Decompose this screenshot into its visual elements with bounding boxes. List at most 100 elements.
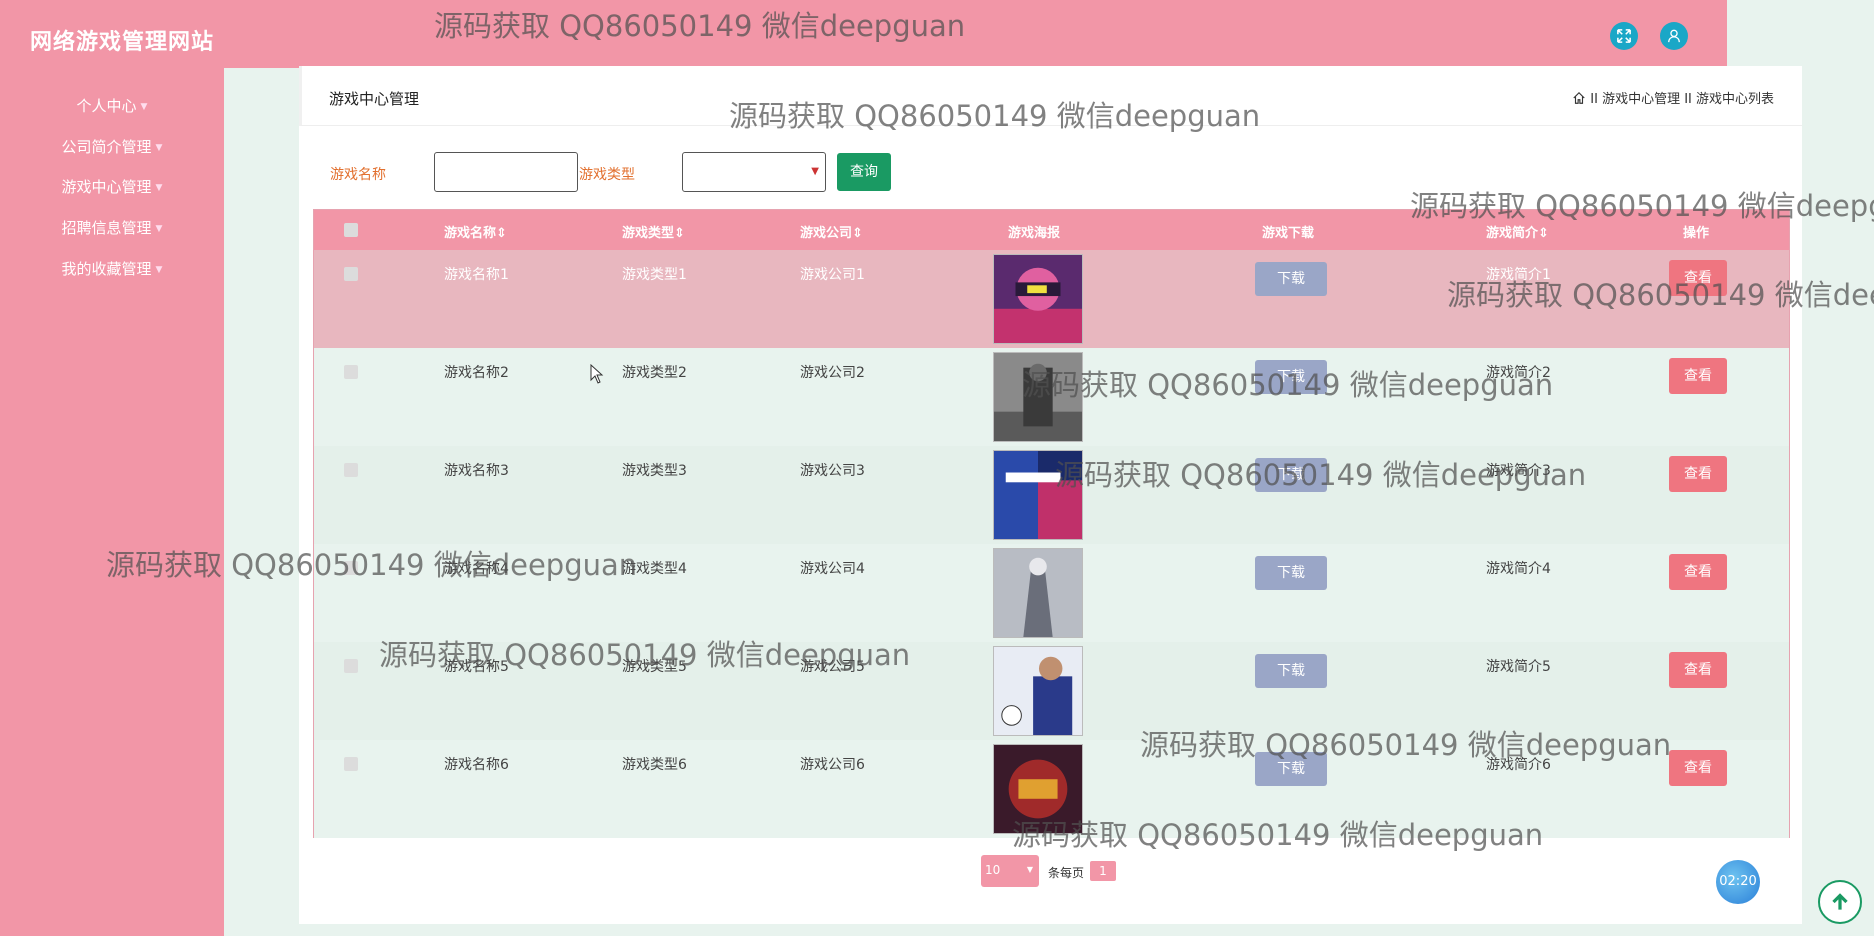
user-icon bbox=[1668, 29, 1680, 43]
home-icon[interactable] bbox=[1572, 91, 1586, 105]
cell-intro: 游戏简介6 bbox=[1486, 757, 1551, 773]
download-button[interactable]: 下载 bbox=[1255, 458, 1327, 492]
cell-intro: 游戏简介5 bbox=[1486, 659, 1551, 675]
cell-company: 游戏公司6 bbox=[800, 757, 865, 773]
per-page-label: 条每页 bbox=[1048, 866, 1085, 880]
caret-down-icon: ▼ bbox=[155, 223, 163, 234]
download-button[interactable]: 下载 bbox=[1255, 556, 1327, 590]
row-checkbox[interactable] bbox=[344, 365, 358, 379]
page-size-select[interactable]: 10 ▼ bbox=[981, 855, 1039, 887]
header-right-strip bbox=[1727, 0, 1874, 68]
column-header-download: 游戏下载 bbox=[1262, 226, 1315, 241]
row-checkbox[interactable] bbox=[344, 267, 358, 281]
column-header-action: 操作 bbox=[1683, 226, 1710, 241]
cell-type: 游戏类型4 bbox=[622, 561, 687, 577]
table-row[interactable]: 游戏名称6 游戏类型6 游戏公司6 下载 游戏简介6 查看 bbox=[314, 740, 1789, 838]
sidebar-item-favorites[interactable]: 我的收藏管理 ▼ bbox=[0, 258, 224, 279]
page-size-value: 10 bbox=[985, 863, 1001, 877]
sidebar-item-personal-center[interactable]: 个人中心 ▼ bbox=[0, 95, 224, 116]
cell-company: 游戏公司4 bbox=[800, 561, 865, 577]
game-poster-image[interactable] bbox=[993, 744, 1083, 834]
sidebar-item-label: 我的收藏管理 bbox=[61, 260, 152, 278]
caret-down-icon: ▼ bbox=[140, 101, 148, 112]
cell-type: 游戏类型1 bbox=[622, 267, 687, 283]
panel-header: 游戏中心管理 II 游戏中心管理 II 游戏中心列表 bbox=[299, 66, 1802, 126]
caret-down-icon: ▼ bbox=[155, 182, 163, 193]
scroll-to-top-button[interactable] bbox=[1818, 880, 1862, 924]
game-name-label: 游戏名称 bbox=[330, 167, 386, 183]
game-name-input[interactable] bbox=[434, 152, 578, 192]
table-row[interactable]: 游戏名称5 游戏类型5 游戏公司5 下载 游戏简介5 查看 bbox=[314, 642, 1789, 740]
sidebar-item-company-intro[interactable]: 公司简介管理 ▼ bbox=[0, 136, 224, 157]
cell-intro: 游戏简介3 bbox=[1486, 463, 1551, 479]
view-button[interactable]: 查看 bbox=[1669, 652, 1727, 688]
row-checkbox[interactable] bbox=[344, 659, 358, 673]
game-poster-image[interactable] bbox=[993, 548, 1083, 638]
table-header: 游戏名称⇕ 游戏类型⇕ 游戏公司⇕ 游戏海报 游戏下载 游戏简介⇕ 操作 bbox=[314, 210, 1789, 250]
row-checkbox[interactable] bbox=[344, 561, 358, 575]
game-poster-image[interactable] bbox=[993, 646, 1083, 736]
fullscreen-icon bbox=[1617, 29, 1631, 43]
view-button[interactable]: 查看 bbox=[1669, 358, 1727, 394]
page-number-button[interactable]: 1 bbox=[1090, 861, 1116, 881]
query-button[interactable]: 查询 bbox=[837, 153, 891, 191]
cell-company: 游戏公司2 bbox=[800, 365, 865, 381]
sidebar-item-label: 个人中心 bbox=[76, 97, 137, 115]
view-button[interactable]: 查看 bbox=[1669, 456, 1727, 492]
sidebar-item-label: 招聘信息管理 bbox=[61, 219, 152, 237]
sidebar-item-game-center[interactable]: 游戏中心管理 ▼ bbox=[0, 176, 224, 197]
caret-down-icon: ▼ bbox=[155, 142, 163, 153]
caret-down-icon: ▼ bbox=[155, 264, 163, 275]
cell-intro: 游戏简介1 bbox=[1486, 267, 1551, 283]
download-button[interactable]: 下载 bbox=[1255, 654, 1327, 688]
column-header-type[interactable]: 游戏类型⇕ bbox=[622, 222, 685, 241]
cell-name: 游戏名称2 bbox=[444, 365, 509, 381]
user-button[interactable] bbox=[1660, 22, 1688, 50]
cell-name: 游戏名称5 bbox=[444, 659, 509, 675]
sidebar-item-label: 游戏中心管理 bbox=[61, 178, 152, 196]
table-row[interactable]: 游戏名称2 游戏类型2 游戏公司2 下载 游戏简介2 查看 bbox=[314, 348, 1789, 446]
chevron-down-icon: ▼ bbox=[1026, 865, 1033, 874]
download-button[interactable]: 下载 bbox=[1255, 752, 1327, 786]
column-header-company[interactable]: 游戏公司⇕ bbox=[800, 222, 863, 241]
cell-type: 游戏类型5 bbox=[622, 659, 687, 675]
cell-type: 游戏类型3 bbox=[622, 463, 687, 479]
breadcrumb-text: II 游戏中心管理 II 游戏中心列表 bbox=[1590, 92, 1774, 107]
sidebar-item-label: 公司简介管理 bbox=[61, 138, 152, 156]
row-checkbox[interactable] bbox=[344, 757, 358, 771]
cell-name: 游戏名称6 bbox=[444, 757, 509, 773]
game-poster-image[interactable] bbox=[993, 450, 1083, 540]
cell-intro: 游戏简介2 bbox=[1486, 365, 1551, 381]
timer-badge: 02:20 bbox=[1716, 860, 1760, 904]
view-button[interactable]: 查看 bbox=[1669, 750, 1727, 786]
table-row[interactable]: 游戏名称4 游戏类型4 游戏公司4 下载 游戏简介4 查看 bbox=[314, 544, 1789, 642]
arrow-up-icon bbox=[1832, 893, 1848, 910]
chevron-down-icon: ▼ bbox=[811, 166, 819, 177]
column-header-intro[interactable]: 游戏简介⇕ bbox=[1486, 222, 1549, 241]
game-table: 游戏名称⇕ 游戏类型⇕ 游戏公司⇕ 游戏海报 游戏下载 游戏简介⇕ 操作 游戏名… bbox=[313, 209, 1790, 838]
page-title: 游戏中心管理 bbox=[329, 90, 420, 108]
fullscreen-button[interactable] bbox=[1610, 22, 1638, 50]
column-header-name[interactable]: 游戏名称⇕ bbox=[444, 222, 507, 241]
cell-name: 游戏名称1 bbox=[444, 267, 509, 283]
download-button[interactable]: 下载 bbox=[1255, 360, 1327, 394]
cell-type: 游戏类型6 bbox=[622, 757, 687, 773]
game-poster-image[interactable] bbox=[993, 254, 1083, 344]
select-all-checkbox[interactable] bbox=[344, 223, 358, 237]
game-poster-image[interactable] bbox=[993, 352, 1083, 442]
table-row[interactable]: 游戏名称3 游戏类型3 游戏公司3 下载 游戏简介3 查看 bbox=[314, 446, 1789, 544]
row-checkbox[interactable] bbox=[344, 463, 358, 477]
column-header-poster: 游戏海报 bbox=[1008, 226, 1061, 241]
table-row[interactable]: 游戏名称1 游戏类型1 游戏公司1 下载 游戏简介1 查看 bbox=[314, 250, 1789, 348]
game-type-select[interactable]: ▼ bbox=[682, 152, 826, 192]
sidebar-item-recruitment[interactable]: 招聘信息管理 ▼ bbox=[0, 217, 224, 238]
cell-company: 游戏公司1 bbox=[800, 267, 865, 283]
download-button[interactable]: 下载 bbox=[1255, 262, 1327, 296]
game-type-label: 游戏类型 bbox=[579, 167, 635, 183]
view-button[interactable]: 查看 bbox=[1669, 554, 1727, 590]
cell-company: 游戏公司5 bbox=[800, 659, 865, 675]
top-header: 网络游戏管理网站 bbox=[0, 0, 1727, 68]
cell-name: 游戏名称3 bbox=[444, 463, 509, 479]
view-button[interactable]: 查看 bbox=[1669, 260, 1727, 296]
sidebar: 个人中心 ▼ 公司简介管理 ▼ 游戏中心管理 ▼ 招聘信息管理 ▼ 我的收藏管理 ▼ bbox=[0, 68, 224, 936]
